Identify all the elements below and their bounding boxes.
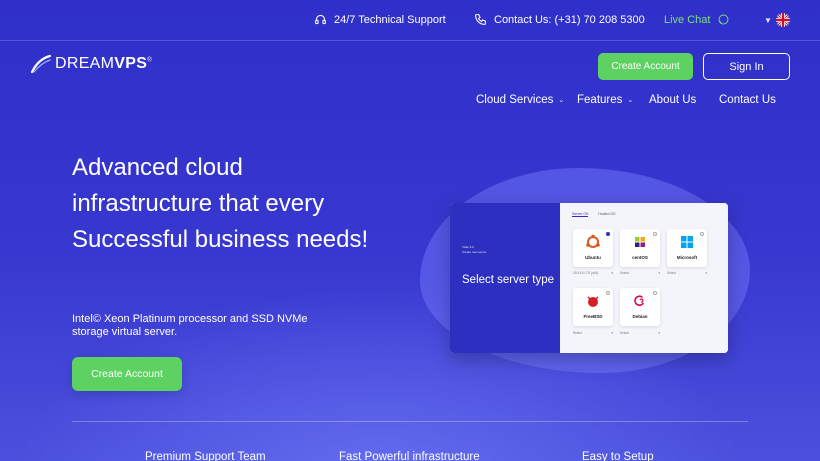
nav-features[interactable]: Features ⌄ (577, 94, 633, 106)
os-version-select: 18.04.6 LTS (x64) ▾ (573, 271, 613, 275)
illustration-mini-sub: Create new server (462, 250, 487, 254)
chevron-down-icon: ⌄ (627, 97, 634, 104)
hero-title: Advanced cloud infrastructure that every… (72, 154, 369, 253)
os-card-ubuntu: Ubuntu (573, 229, 613, 267)
tab-hosted-os: Hosted OS (598, 212, 616, 216)
debian-icon (634, 295, 644, 306)
illustration-os-panel: Server OS Hosted OS Ubuntu 18.04.6 LTS (… (560, 203, 728, 353)
hero-create-account-button[interactable]: Create Account (72, 357, 182, 391)
os-version-select: Select ▾ (573, 331, 613, 335)
contact-phone-text: Contact Us: (+31) 70 208 5300 (494, 13, 645, 26)
live-chat-text: Live Chat (664, 13, 711, 26)
support-text: 24/7 Technical Support (334, 13, 446, 26)
nav-cloud-services[interactable]: Cloud Services ⌄ (476, 94, 564, 106)
tab-server-os: Server OS (572, 212, 589, 217)
logo-text: DREAMVPS® (55, 55, 152, 72)
os-name: centOS (632, 255, 648, 260)
os-name: FreeBSD (583, 314, 603, 319)
os-name: Debian (632, 314, 648, 319)
nav-about-us[interactable]: About Us (649, 94, 696, 106)
illustration-sidebar: Vitae 2.0 Create new server Select serve… (450, 203, 560, 353)
freebsd-icon (587, 296, 599, 307)
feature-easy-setup: Easy to Setup (582, 451, 654, 461)
os-card-microsoft: Microsoft (667, 229, 707, 267)
phone-icon (475, 14, 486, 25)
radio-icon (700, 232, 704, 236)
server-setup-illustration: Vitae 2.0 Create new server Select serve… (450, 203, 728, 353)
nav-contact-us-label: Contact Us (719, 94, 776, 106)
illustration-mini-title: Vitae 2.0 (462, 245, 474, 249)
section-divider (72, 421, 748, 422)
nav-cloud-services-label: Cloud Services (476, 94, 554, 106)
illustration-tabs: Server OS Hosted OS (572, 212, 615, 217)
language-selector[interactable]: ▼ (764, 13, 790, 27)
radio-icon (606, 291, 610, 295)
os-version-select: Select ▾ (620, 271, 660, 275)
radio-selected-icon (606, 232, 610, 236)
nav-features-label: Features (577, 94, 623, 106)
nav-about-us-label: About Us (649, 94, 697, 106)
windows-icon (681, 236, 693, 248)
chevron-down-icon: ⌄ (558, 97, 565, 104)
os-version-select: Select ▾ (620, 331, 660, 335)
select-server-type-label: Select server type (462, 274, 555, 286)
nav-contact-us[interactable]: Contact Us (719, 94, 776, 106)
chevron-down-icon: ▼ (764, 15, 772, 25)
top-bar: 24/7 Technical Support Contact Us: (+31)… (0, 0, 820, 41)
uk-flag-icon (775, 13, 790, 27)
hero-subtitle: Intel© Xeon Platinum processor and SSD N… (72, 313, 308, 338)
os-name: Microsoft (676, 255, 698, 260)
centos-icon (635, 237, 645, 247)
chat-bubble-icon (719, 14, 729, 25)
os-name: Ubuntu (585, 255, 601, 260)
live-chat-link[interactable]: Live Chat (664, 13, 730, 26)
feature-fast-infrastructure: Fast Powerful infrastructure (339, 451, 480, 461)
os-card-freebsd: FreeBSD (573, 288, 613, 326)
radio-icon (653, 232, 657, 236)
contact-phone-link[interactable]: Contact Us: (+31) 70 208 5300 (474, 13, 645, 26)
os-card-centos: centOS (620, 229, 660, 267)
ubuntu-icon (586, 234, 600, 248)
os-version-select: Select ▾ (667, 271, 707, 275)
dreamvps-logo[interactable]: DREAMVPS® (30, 54, 152, 74)
radio-icon (653, 291, 657, 295)
feature-premium-support: Premium Support Team (145, 451, 266, 461)
os-card-debian: Debian (620, 288, 660, 326)
create-account-button[interactable]: Create Account (598, 53, 693, 80)
headset-icon (315, 14, 326, 25)
sign-in-button[interactable]: Sign In (703, 53, 790, 80)
support-link[interactable]: 24/7 Technical Support (314, 13, 446, 26)
logo-swoosh-icon (30, 54, 52, 74)
